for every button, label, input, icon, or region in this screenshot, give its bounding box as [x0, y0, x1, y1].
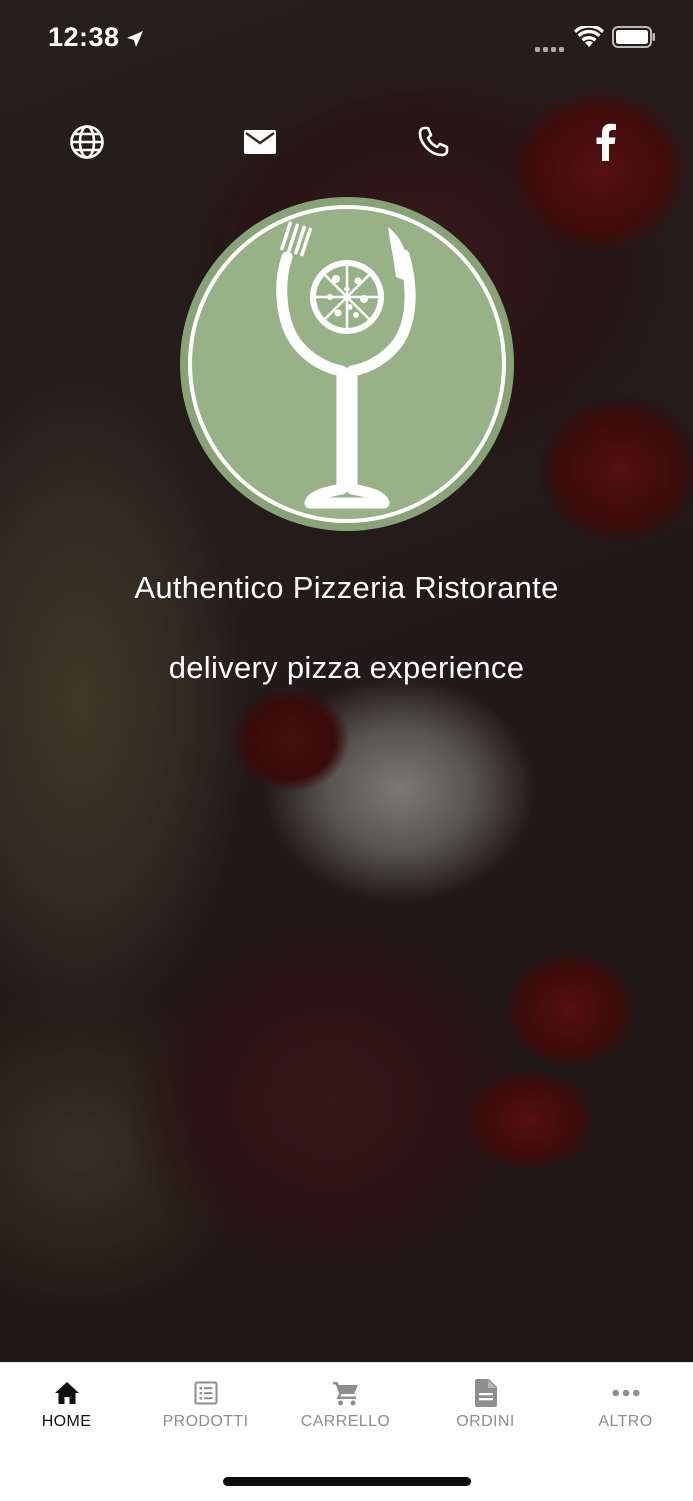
restaurant-name: Authentico Pizzeria Ristorante [134, 570, 559, 605]
fork-icon [280, 221, 312, 257]
list-icon [192, 1379, 220, 1407]
tab-label: CARRELLO [300, 1413, 391, 1430]
document-icon [472, 1379, 500, 1407]
location-arrow-icon [126, 30, 144, 48]
tab-carrello[interactable]: CARRELLO [276, 1379, 415, 1439]
status-bar: 12:38 [0, 0, 693, 80]
status-time: 12:38 [48, 22, 120, 52]
phone-icon[interactable] [409, 118, 457, 166]
signal-icon [535, 40, 567, 52]
home-icon [53, 1379, 81, 1407]
tab-prodotti[interactable]: PRODOTTI [136, 1379, 275, 1439]
tab-altro[interactable]: ALTRO [556, 1379, 693, 1439]
home-indicator[interactable] [223, 1477, 471, 1486]
wifi-icon [574, 24, 604, 48]
globe-icon[interactable] [63, 118, 111, 166]
tab-label: ALTRO [598, 1413, 653, 1430]
mail-icon[interactable] [236, 118, 284, 166]
tab-label: ORDINI [456, 1413, 515, 1430]
tab-home[interactable]: HOME [0, 1379, 136, 1439]
restaurant-tagline: delivery pizza experience [168, 650, 525, 685]
tab-ordini[interactable]: ORDINI [416, 1379, 555, 1439]
knife-icon [388, 227, 408, 281]
contact-icons-row [0, 118, 693, 166]
restaurant-logo [180, 197, 514, 531]
pizza-icon [310, 260, 384, 334]
facebook-icon[interactable] [582, 118, 630, 166]
cart-icon [332, 1379, 360, 1407]
tab-label: HOME [41, 1413, 92, 1430]
battery-icon [612, 26, 656, 48]
tab-label: PRODOTTI [162, 1413, 249, 1430]
more-icon [611, 1379, 640, 1407]
